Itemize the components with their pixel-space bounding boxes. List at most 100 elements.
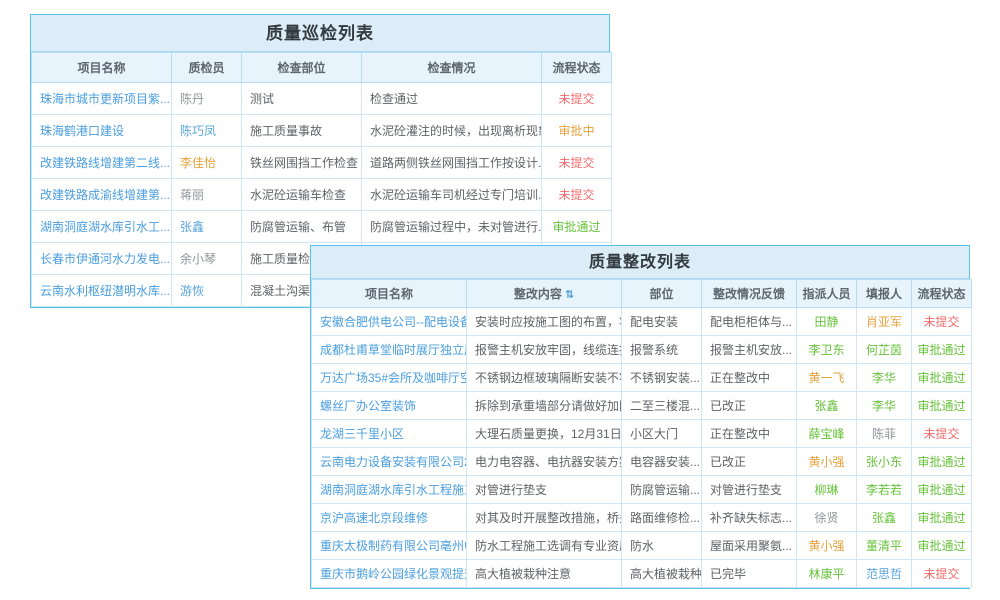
inspect-part-cell: 水泥砼运输车检查 [242,179,362,211]
assignee-cell: 田静 [797,308,857,336]
rectify-feedback-cell: 正在整改中 [702,364,797,392]
inspector-cell: 余小琴 [172,243,242,275]
inspect-part-cell: 测试 [242,83,362,115]
project-cell-link[interactable]: 龙湖三千里小区 [320,427,404,441]
reporter-cell: 范思哲 [857,560,912,588]
column-header: 项目名称 [32,53,172,83]
column-header-label: 部位 [649,287,673,301]
project-cell-link[interactable]: 改建铁路线增建第二线... [40,156,170,170]
column-header: 流程状态 [542,53,612,83]
inspect-situation-cell: 水泥砼灌注的时候，出现离析现象 [362,115,542,147]
inspection-panel-title: 质量巡检列表 [31,15,609,52]
rectification-panel: 质量整改列表 项目名称整改内容⇅部位整改情况反馈指派人员填报人流程状态 安徽合肥… [310,245,970,589]
project-cell: 湖南洞庭湖水库引水工程施工H... [312,476,467,504]
project-cell: 万达广场35#会所及咖啡厅空... [312,364,467,392]
rectify-part-cell: 二至三楼混... [622,392,702,420]
rectification-table-header: 项目名称整改内容⇅部位整改情况反馈指派人员填报人流程状态 [312,280,972,308]
column-header-label: 填报人 [866,287,902,301]
assignee-cell: 薛宝峰 [797,420,857,448]
column-header: 项目名称 [312,280,467,308]
rectify-part-cell: 配电安装 [622,308,702,336]
column-header[interactable]: 整改内容⇅ [467,280,622,308]
inspection-row: 改建铁路线增建第二线...李佳怡铁丝网围挡工作检查道路两侧铁丝网围挡工作按设计.… [32,147,612,179]
project-cell-link[interactable]: 重庆市鹅岭公园绿化景观提升... [320,567,467,581]
project-cell: 云南水利枢纽潜明水库... [32,275,172,307]
inspect-situation-cell: 水泥砼运输车司机经过专门培训... [362,179,542,211]
column-header: 检查情况 [362,53,542,83]
project-cell-link[interactable]: 安徽合肥供电公司--配电设备... [320,315,467,329]
project-cell-link[interactable]: 螺丝厂办公室装饰 [320,399,416,413]
project-cell: 云南电力设备安装有限公司20... [312,448,467,476]
inspector-cell: 陈丹 [172,83,242,115]
project-cell-link[interactable]: 湖南洞庭湖水库引水工程施工H... [320,483,467,497]
project-cell: 螺丝厂办公室装饰 [312,392,467,420]
rectify-feedback-cell: 屋面采用聚氨... [702,532,797,560]
project-cell-link[interactable]: 重庆太极制药有限公司亳州中... [320,539,467,553]
rectify-content-cell: 电力电容器、电抗器安装方案,... [467,448,622,476]
status-cell: 审批通过 [912,392,972,420]
rectification-row: 云南电力设备安装有限公司20...电力电容器、电抗器安装方案,...电容器安装.… [312,448,972,476]
rectify-content-cell: 不锈钢边框玻璃隔断安装不牢... [467,364,622,392]
status-cell: 审批通过 [912,504,972,532]
rectify-part-cell: 不锈钢安装... [622,364,702,392]
inspector-cell: 游恢 [172,275,242,307]
rectify-feedback-cell: 已改正 [702,392,797,420]
project-cell-link[interactable]: 湖南洞庭湖水库引水工... [40,220,170,234]
project-cell-link[interactable]: 云南水利枢纽潜明水库... [40,284,170,298]
rectify-content-cell: 防水工程施工选调有专业资质... [467,532,622,560]
rectification-row: 湖南洞庭湖水库引水工程施工H...对管进行垫支防腐管运输...对管进行垫支柳琳李… [312,476,972,504]
project-cell: 珠海市城市更新项目紫... [32,83,172,115]
status-cell: 未提交 [542,179,612,211]
column-header-label: 整改内容 [514,287,562,301]
project-cell-link[interactable]: 珠海市城市更新项目紫... [40,92,170,106]
project-cell-link[interactable]: 改建铁路成渝线增建第... [40,188,170,202]
project-cell: 珠海鹤港口建设 [32,115,172,147]
column-header: 指派人员 [797,280,857,308]
project-cell-link[interactable]: 珠海鹤港口建设 [40,124,124,138]
rectification-row: 龙湖三千里小区大理石质量更换，12月31日之...小区大门正在整改中薛宝峰陈菲未… [312,420,972,448]
column-header-label: 项目名称 [77,61,125,75]
reporter-cell: 张鑫 [857,504,912,532]
column-header: 质检员 [172,53,242,83]
page-background: 质量巡检列表 项目名称质检员检查部位检查情况流程状态 珠海市城市更新项目紫...… [0,0,1000,600]
project-cell-link[interactable]: 成都杜甫草堂临时展厅独立展... [320,343,467,357]
status-cell: 审批通过 [912,476,972,504]
rectify-part-cell: 路面维修检... [622,504,702,532]
column-header-label: 检查部位 [277,61,325,75]
inspection-row: 珠海鹤港口建设陈巧凤施工质量事故水泥砼灌注的时候，出现离析现象审批中 [32,115,612,147]
rectify-content-cell: 安装时应按施工图的布置，将... [467,308,622,336]
column-header: 部位 [622,280,702,308]
project-cell-link[interactable]: 京沪高速北京段维修 [320,511,428,525]
reporter-cell: 董清平 [857,532,912,560]
inspect-part-cell: 施工质量事故 [242,115,362,147]
assignee-cell: 徐贤 [797,504,857,532]
rectification-row: 成都杜甫草堂临时展厅独立展...报警主机安放牢固，线缆连接...报警系统报警主机… [312,336,972,364]
reporter-cell: 肖亚军 [857,308,912,336]
column-header-label: 检查情况 [427,61,475,75]
rectify-content-cell: 报警主机安放牢固，线缆连接... [467,336,622,364]
reporter-cell: 何芷茵 [857,336,912,364]
rectification-row: 重庆太极制药有限公司亳州中...防水工程施工选调有专业资质...防水屋面采用聚氨… [312,532,972,560]
rectify-content-cell: 高大植被栽种注意 [467,560,622,588]
assignee-cell: 黄小强 [797,448,857,476]
project-cell-link[interactable]: 云南电力设备安装有限公司20... [320,455,467,469]
inspector-cell: 蒋丽 [172,179,242,211]
assignee-cell: 黄小强 [797,532,857,560]
project-cell: 改建铁路成渝线增建第... [32,179,172,211]
column-header-label: 指派人员 [802,287,850,301]
rectification-row: 螺丝厂办公室装饰拆除到承重墙部分请做好加固...二至三楼混...已改正张鑫李华审… [312,392,972,420]
rectification-row: 重庆市鹅岭公园绿化景观提升...高大植被栽种注意高大植被栽种已完毕林康平范思哲未… [312,560,972,588]
status-cell: 未提交 [912,560,972,588]
status-cell: 未提交 [542,83,612,115]
status-cell: 审批通过 [912,364,972,392]
inspection-row: 湖南洞庭湖水库引水工...张鑫防腐管运输、布管防腐管运输过程中，未对管进行...… [32,211,612,243]
project-cell-link[interactable]: 万达广场35#会所及咖啡厅空... [320,371,467,385]
project-cell: 重庆太极制药有限公司亳州中... [312,532,467,560]
sort-icon[interactable]: ⇅ [565,289,574,301]
column-header-label: 质检员 [188,61,224,75]
project-cell-link[interactable]: 长春市伊通河水力发电... [40,252,170,266]
column-header-label: 项目名称 [365,287,413,301]
project-cell: 改建铁路线增建第二线... [32,147,172,179]
inspect-situation-cell: 防腐管运输过程中，未对管进行... [362,211,542,243]
column-header-label: 流程状态 [917,287,965,301]
